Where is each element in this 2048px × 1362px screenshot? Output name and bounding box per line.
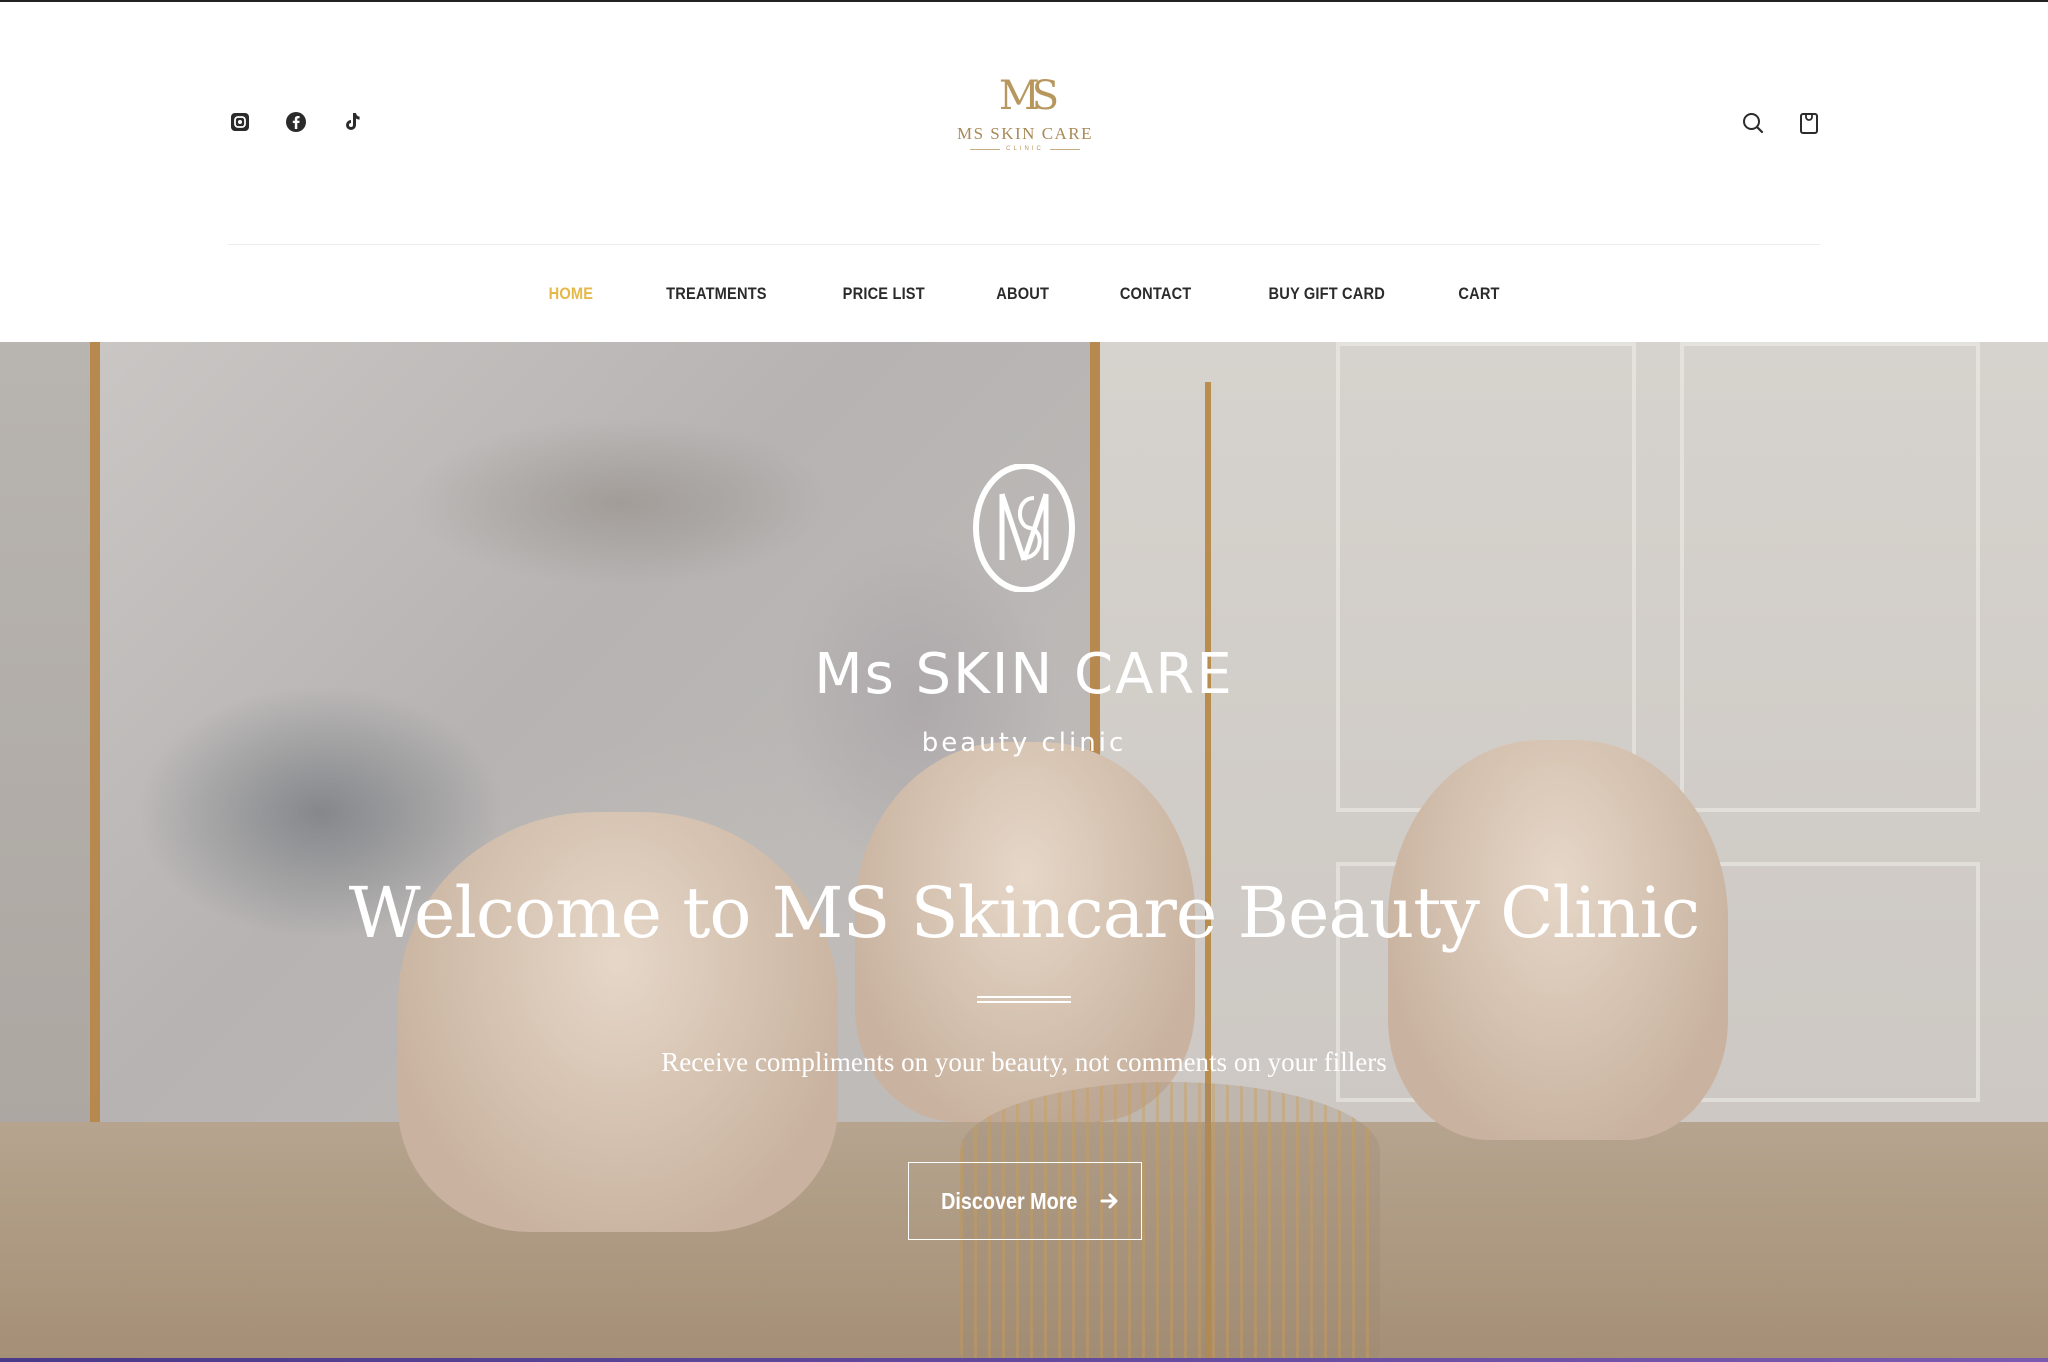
hero-divider — [977, 996, 1071, 1003]
hero-brand-name: Ms SKIN CARE — [814, 642, 1234, 707]
site-logo[interactable]: MS MS SKIN CARE CLINIC — [950, 74, 1100, 174]
main-nav: HOME TREATMENTS PRICE LIST ABOUT CONTACT… — [0, 284, 2048, 304]
social-links — [228, 110, 364, 134]
nav-item-home[interactable]: HOME — [548, 284, 593, 304]
discover-more-label: Discover More — [940, 1187, 1078, 1214]
header-utilities — [1740, 110, 1822, 136]
hero-tagline: Receive compliments on your beauty, not … — [661, 1047, 1387, 1077]
hero-brand-sub: beauty clinic — [921, 728, 1127, 758]
hero-content: Ms SKIN CARE beauty clinic Welcome to MS… — [0, 342, 2048, 1360]
logo-name: MS SKIN CARE — [956, 124, 1094, 143]
facebook-icon[interactable] — [284, 110, 308, 134]
logo-monogram: MS — [998, 73, 1059, 119]
discover-more-button[interactable]: Discover More — [908, 1162, 1142, 1240]
nav-item-contact[interactable]: CONTACT — [1120, 284, 1192, 304]
nav-item-price-list[interactable]: PRICE LIST — [842, 284, 924, 304]
shopping-bag-icon[interactable] — [1796, 110, 1822, 136]
header-divider — [228, 244, 1820, 245]
logo-subtitle: CLINIC — [1006, 146, 1044, 152]
arrow-right-icon — [1100, 1193, 1118, 1209]
nav-item-cart[interactable]: CART — [1459, 284, 1500, 304]
hero-monogram-logo — [973, 464, 1075, 592]
nav-item-treatments[interactable]: TREATMENTS — [666, 284, 767, 304]
logo-line-left — [970, 148, 1001, 150]
nav-item-about[interactable]: ABOUT — [996, 284, 1049, 304]
site-header: MS MS SKIN CARE CLINIC HOME TREATMENTS P… — [0, 2, 2048, 342]
search-icon[interactable] — [1740, 110, 1766, 136]
logo-line-right — [1049, 148, 1080, 150]
tiktok-icon[interactable] — [340, 110, 364, 134]
hero-headline: Welcome to MS Skincare Beauty Clinic — [348, 872, 1700, 954]
instagram-icon[interactable] — [228, 110, 252, 134]
nav-item-buy-gift-card[interactable]: BUY GIFT CARD — [1268, 284, 1385, 304]
logo-subtitle-row: CLINIC — [950, 146, 1100, 152]
bottom-bar — [0, 1358, 2048, 1362]
hero-section: Ms SKIN CARE beauty clinic Welcome to MS… — [0, 342, 2048, 1360]
